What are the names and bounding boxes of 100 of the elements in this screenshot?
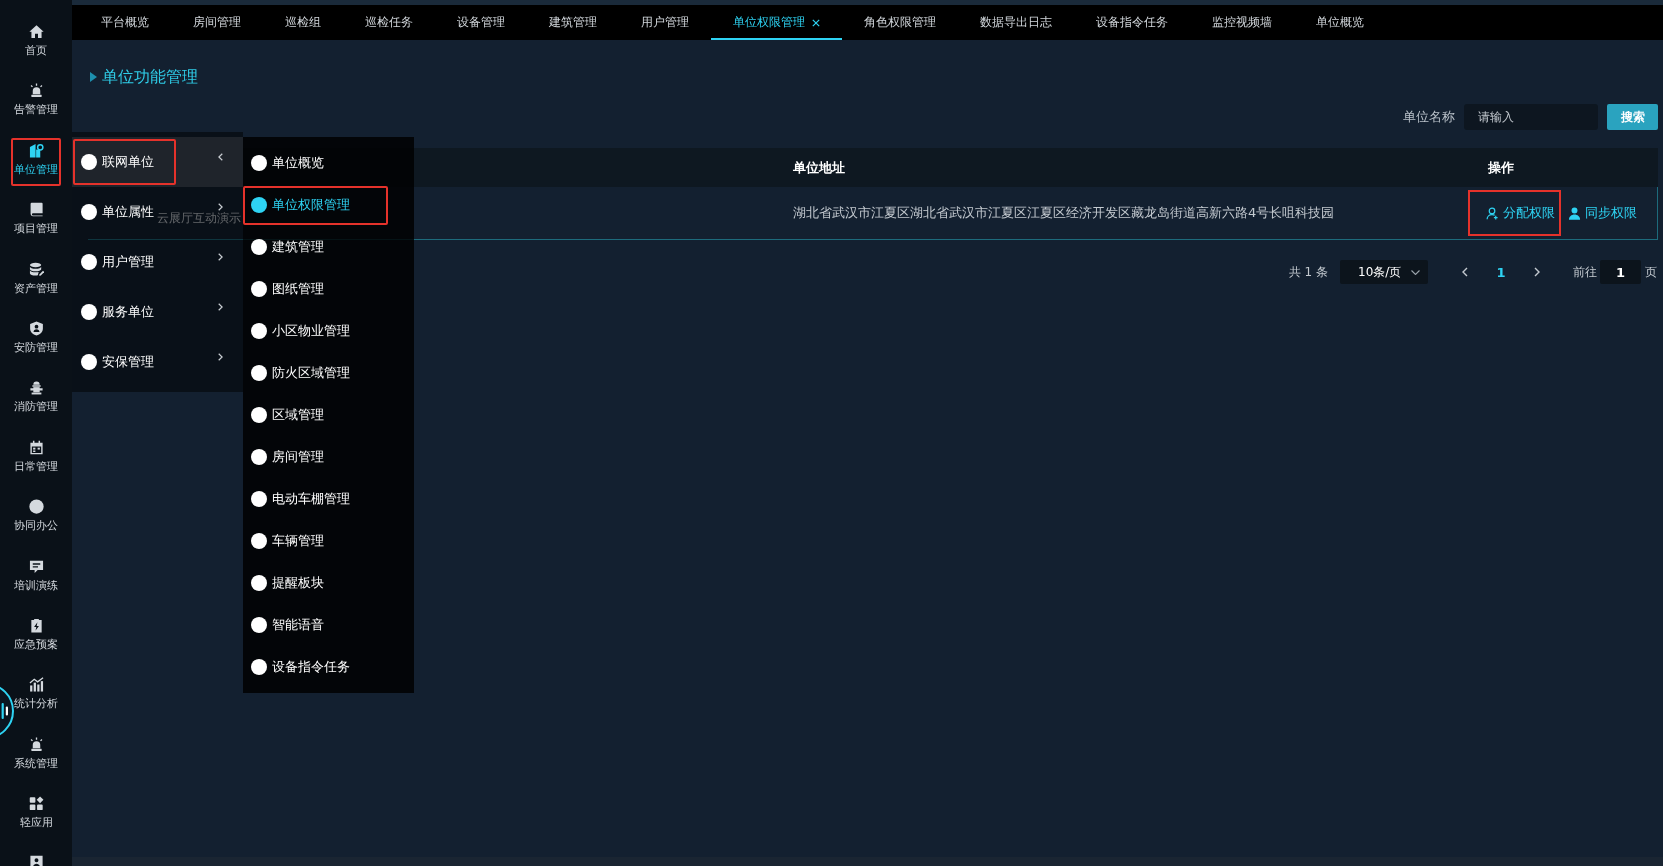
chevron-right-icon[interactable] bbox=[218, 253, 223, 261]
sidebar-item[interactable]: 系统管理 bbox=[11, 731, 61, 780]
chevron-right-icon[interactable] bbox=[218, 203, 223, 211]
sidebar-item[interactable]: 单位管理 bbox=[11, 137, 61, 186]
submenu-item[interactable]: 房间管理 bbox=[243, 437, 388, 477]
page-size-select[interactable]: 10条/页 bbox=[1340, 260, 1428, 284]
action-link[interactable]: 分配权限 bbox=[1468, 190, 1561, 236]
total-count: 共 1 条 bbox=[1288, 263, 1328, 281]
submenu-item[interactable]: 车辆管理 bbox=[243, 521, 388, 561]
circle-icon bbox=[251, 533, 267, 549]
menu-item[interactable]: 用户管理 bbox=[73, 239, 156, 285]
table-cell: 湖北省武汉市江夏区湖北省武汉市江夏区江夏区经济开发区藏龙岛街道高新六路4号长咀科技园 bbox=[793, 204, 1335, 222]
goto-field[interactable]: 1 bbox=[1600, 260, 1641, 284]
circle-icon bbox=[251, 323, 267, 339]
tab[interactable]: 巡检任务 bbox=[343, 5, 435, 40]
search-label: 单位名称 bbox=[1403, 108, 1455, 126]
shield-icon bbox=[28, 320, 44, 336]
sidebar-item[interactable]: 培训演练 bbox=[11, 553, 61, 602]
circle-icon bbox=[251, 365, 267, 381]
tab[interactable]: 房间管理 bbox=[171, 5, 263, 40]
submenu-item[interactable]: 电动车棚管理 bbox=[243, 479, 388, 519]
circle-icon bbox=[251, 659, 267, 675]
menu-item[interactable]: 服务单位 bbox=[73, 289, 156, 335]
circle-icon bbox=[251, 407, 267, 423]
bar-chart-icon bbox=[28, 677, 44, 693]
sidebar-item[interactable]: 协同办公 bbox=[11, 494, 61, 543]
action-link[interactable]: 同步权限 bbox=[1561, 190, 1643, 236]
tab[interactable]: 设备管理 bbox=[435, 5, 527, 40]
submenu-item[interactable]: 智能语音 bbox=[243, 605, 388, 645]
circle-icon bbox=[251, 239, 267, 255]
sidebar-item[interactable]: 资产管理 bbox=[11, 256, 61, 305]
submenu-item[interactable]: 提醒板块 bbox=[243, 563, 388, 603]
building-icon bbox=[28, 142, 44, 158]
home-icon bbox=[28, 24, 44, 39]
chevron-left-icon[interactable] bbox=[218, 153, 223, 161]
chevron-left-icon bbox=[1462, 267, 1468, 277]
circle-icon bbox=[81, 354, 97, 370]
submenu-item[interactable]: 小区物业管理 bbox=[243, 311, 388, 351]
sidebar-item[interactable]: 安防管理 bbox=[11, 315, 61, 364]
tab[interactable]: 建筑管理 bbox=[527, 5, 619, 40]
search-field[interactable]: 请输入 bbox=[1464, 104, 1598, 130]
sidebar-item[interactable]: 轻应用 bbox=[11, 791, 61, 840]
circle-icon bbox=[251, 449, 267, 465]
chevron-right-icon bbox=[1534, 267, 1540, 277]
page-suffix: 页 bbox=[1645, 263, 1657, 281]
triangle-icon bbox=[90, 72, 97, 82]
book-icon bbox=[28, 202, 44, 218]
sidebar-item[interactable]: 项目管理 bbox=[11, 197, 61, 246]
alarm-light-icon bbox=[28, 736, 44, 752]
sidebar-item[interactable]: 日常管理 bbox=[11, 434, 61, 483]
calendar-icon bbox=[28, 439, 44, 455]
clipboard-icon bbox=[28, 617, 44, 633]
caret-icon bbox=[1411, 269, 1420, 275]
submenu-item[interactable]: 图纸管理 bbox=[243, 269, 388, 309]
user-icon bbox=[1568, 206, 1581, 220]
sidebar-item[interactable]: 应急预案 bbox=[11, 612, 61, 661]
submenu-item[interactable]: 防火区域管理 bbox=[243, 353, 388, 393]
submenu-item[interactable]: 区域管理 bbox=[243, 395, 388, 435]
menu-item[interactable]: 单位属性 bbox=[73, 189, 156, 235]
submenu-item[interactable]: 建筑管理 bbox=[243, 227, 388, 267]
user-icon bbox=[1486, 206, 1499, 220]
tab[interactable]: 巡检组 bbox=[263, 5, 343, 40]
badge-icon bbox=[28, 855, 44, 866]
circle-icon bbox=[251, 155, 267, 171]
submenu-item[interactable]: 设备指令任务 bbox=[243, 647, 388, 687]
tab[interactable]: 单位概览 bbox=[1294, 5, 1386, 40]
menu-item[interactable]: 联网单位 bbox=[73, 139, 176, 185]
goto-label: 前往 bbox=[1573, 263, 1597, 281]
circle-icon bbox=[251, 197, 267, 213]
database-icon bbox=[28, 261, 44, 277]
hydrant-icon bbox=[28, 380, 44, 396]
chevron-right-icon[interactable] bbox=[218, 303, 223, 311]
tab[interactable]: 监控视频墙 bbox=[1190, 5, 1294, 40]
page-title: 单位功能管理 bbox=[102, 67, 198, 87]
circle-icon bbox=[251, 491, 267, 507]
tab[interactable]: 用户管理 bbox=[619, 5, 711, 40]
apps-icon bbox=[28, 796, 44, 812]
chat-icon bbox=[28, 558, 44, 574]
page-number[interactable]: 1 bbox=[1489, 261, 1513, 283]
sidebar-item[interactable]: 告警管理 bbox=[11, 78, 61, 127]
alarm-light-icon bbox=[28, 83, 44, 99]
tab[interactable]: 数据导出日志 bbox=[958, 5, 1074, 40]
circle-icon bbox=[28, 499, 44, 515]
sidebar-item[interactable]: 消防管理 bbox=[11, 375, 61, 424]
submenu-item[interactable]: 单位概览 bbox=[243, 143, 388, 183]
chevron-right-icon[interactable] bbox=[218, 353, 223, 361]
column-header: 单位地址 bbox=[792, 158, 845, 177]
tab[interactable]: 单位权限管理 bbox=[711, 5, 842, 40]
tab[interactable]: 设备指令任务 bbox=[1074, 5, 1190, 40]
table-cell: 云展厅互动演示 bbox=[157, 212, 241, 224]
close-icon[interactable] bbox=[812, 18, 820, 27]
submenu-item[interactable]: 单位权限管理 bbox=[243, 185, 388, 225]
column-header: 操作 bbox=[1487, 158, 1514, 177]
sidebar-item[interactable]: 统计分析 bbox=[11, 672, 61, 721]
menu-item[interactable]: 安保管理 bbox=[73, 339, 156, 385]
circle-icon bbox=[251, 281, 267, 297]
tab[interactable]: 平台概览 bbox=[79, 5, 171, 40]
tab[interactable]: 角色权限管理 bbox=[842, 5, 958, 40]
sidebar-item[interactable]: 首页 bbox=[11, 19, 61, 67]
circle-icon bbox=[81, 154, 97, 170]
